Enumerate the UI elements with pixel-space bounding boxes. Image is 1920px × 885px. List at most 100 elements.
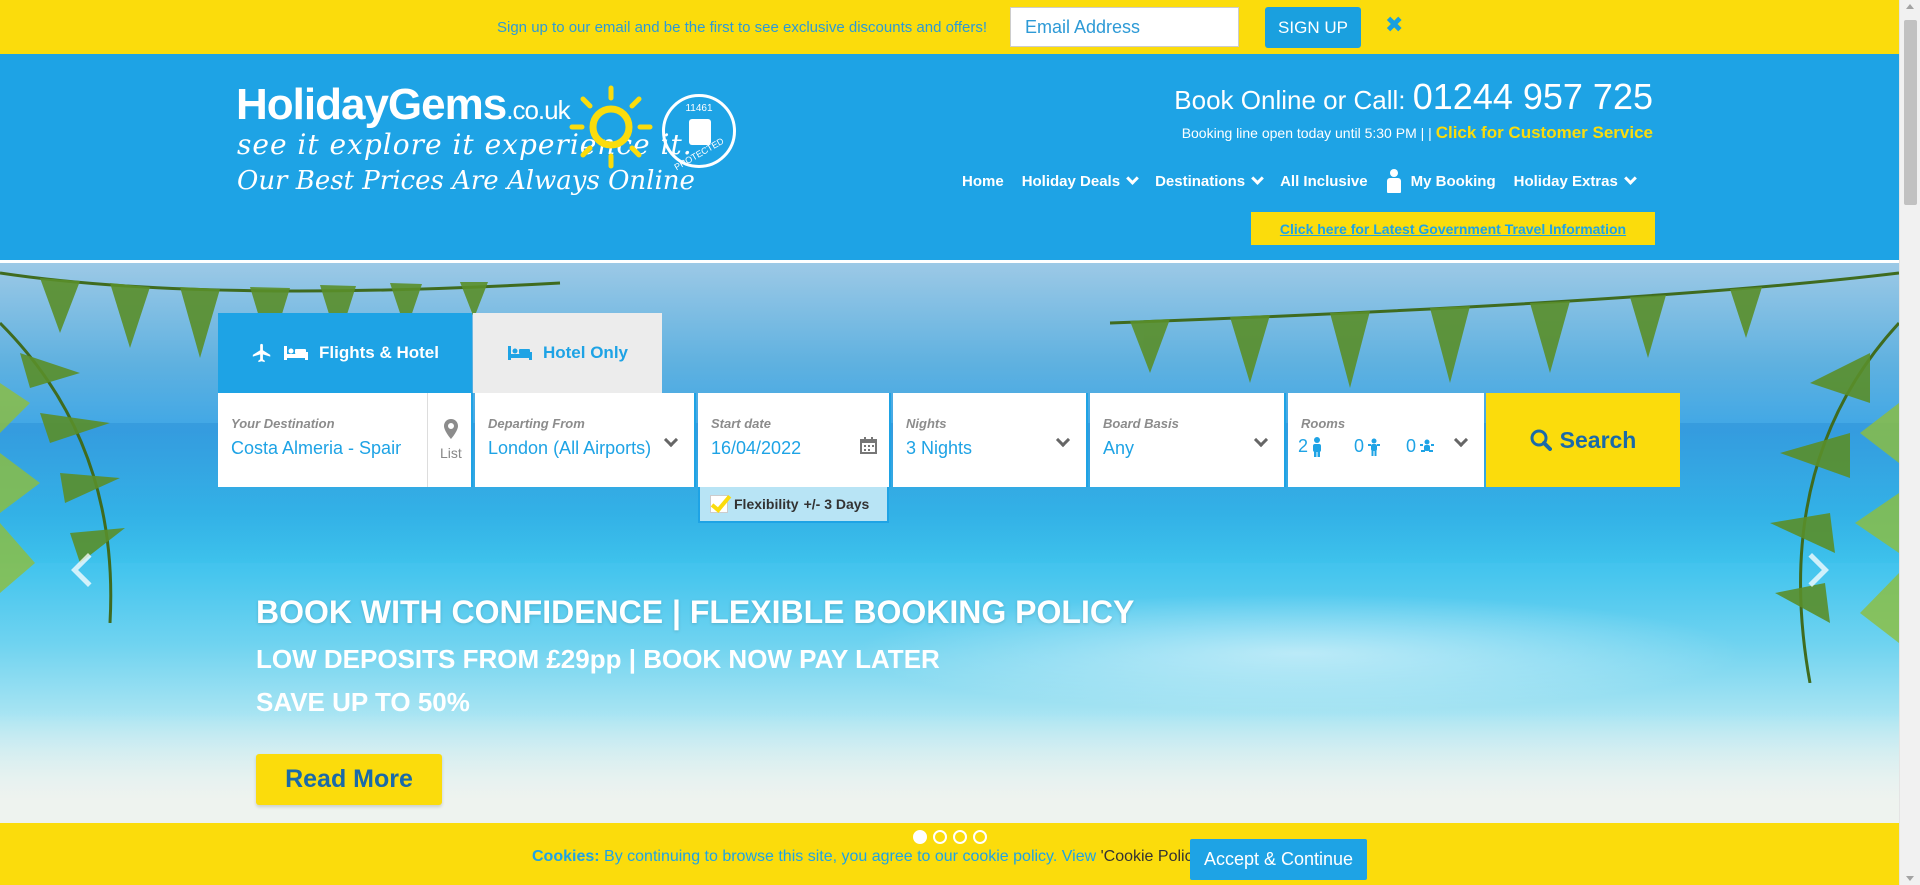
accept-continue-button[interactable]: Accept & Continue — [1190, 839, 1367, 880]
book-online-call: Book Online or Call: 01244 957 725 — [1174, 76, 1653, 118]
board-basis-value: Any — [1103, 438, 1135, 458]
sun-icon — [569, 85, 653, 169]
chevron-down-icon — [663, 432, 679, 448]
phone-number[interactable]: 01244 957 725 — [1413, 76, 1653, 117]
chevron-down-icon — [1453, 432, 1469, 448]
search-icon — [1530, 429, 1552, 451]
nav-holiday-deals[interactable]: Holiday Deals — [1021, 172, 1139, 190]
search-button-label: Search — [1559, 426, 1637, 453]
nav-my-booking-label: My Booking — [1410, 172, 1496, 190]
nav-destinations[interactable]: Destinations — [1155, 172, 1264, 190]
adult-icon — [1313, 436, 1322, 457]
nav-holiday-extras[interactable]: Holiday Extras — [1514, 172, 1637, 190]
customer-service-link[interactable]: Click for Customer Service — [1436, 123, 1653, 142]
best-prices-slogan: Our Best Prices Are Always Online — [237, 166, 695, 196]
flexibility-label: Flexibility — [734, 496, 799, 512]
rooms-label: Rooms — [1301, 416, 1346, 431]
rooms-guests: 2 0 0 — [1298, 436, 1452, 457]
signup-text: Sign up to our email and be the first to… — [497, 19, 988, 36]
site-logo[interactable]: HolidayGems.co.uk — [236, 80, 571, 130]
close-icon[interactable]: ✖ — [1385, 12, 1403, 38]
departing-value: London (All Airports) — [488, 438, 652, 458]
email-signup-bar: Sign up to our email and be the first to… — [0, 0, 1899, 54]
tab-flights-hotel[interactable]: Flights & Hotel — [218, 313, 472, 393]
nights-select[interactable]: Nights 3 Nights — [893, 393, 1088, 487]
nav-home-label: Home — [962, 172, 1004, 190]
nav-destinations-label: Destinations — [1155, 172, 1246, 190]
cookie-text: Cookies: By continuing to browse this si… — [532, 848, 1208, 866]
read-more-button[interactable]: Read More — [256, 754, 442, 805]
government-travel-info-link[interactable]: Click here for Latest Government Travel … — [1251, 212, 1655, 245]
chevron-down-icon — [1251, 172, 1264, 185]
checkmark-icon — [710, 495, 728, 513]
chevron-down-icon — [1623, 172, 1637, 185]
departing-from-select[interactable]: Departing From London (All Airports) — [475, 393, 696, 487]
scroll-down-icon[interactable] — [1906, 876, 1914, 881]
bed-icon — [507, 346, 532, 360]
cookie-policy-link[interactable]: 'Cookie Policy' — [1101, 848, 1204, 865]
booking-line-hours: Booking line open today until 5:30 PM | … — [1182, 123, 1653, 143]
nav-my-booking[interactable]: My Booking — [1386, 169, 1496, 193]
atol-emblem — [689, 119, 711, 145]
nights-value: 3 Nights — [906, 438, 973, 458]
destination-list-button[interactable]: List — [440, 445, 462, 461]
carousel-dot[interactable] — [913, 830, 927, 844]
carousel-dot[interactable] — [933, 830, 947, 844]
bed-icon — [284, 346, 309, 360]
cookie-label: Cookies: — [532, 848, 600, 865]
nav-all-inclusive[interactable]: All Inclusive — [1280, 173, 1368, 190]
destination-field[interactable]: Your Destination Costa Almeria - Spain L… — [218, 393, 473, 487]
tab-hotel-only-label: Hotel Only — [542, 343, 628, 362]
nav-all-inclusive-label: All Inclusive — [1280, 172, 1368, 190]
infants-count: 0 — [1406, 436, 1435, 457]
adults-value: 2 — [1298, 436, 1309, 456]
site-header: HolidayGems.co.uk see it explore it expe… — [0, 54, 1899, 260]
start-date-label: Start date — [711, 416, 771, 431]
plane-icon — [252, 343, 271, 363]
rooms-select[interactable]: Rooms 2 0 0 — [1288, 393, 1484, 487]
scrollbar[interactable] — [1899, 0, 1920, 885]
tab-hotel-only[interactable]: Hotel Only — [473, 313, 662, 393]
departing-label: Departing From — [488, 416, 585, 431]
carousel-dot[interactable] — [973, 830, 987, 844]
flexibility-range: +/- 3 Days — [803, 496, 870, 512]
sign-up-button[interactable]: SIGN UP — [1265, 7, 1361, 48]
infant-icon — [1420, 439, 1435, 452]
calendar-icon — [860, 437, 877, 454]
scroll-up-icon[interactable] — [1906, 4, 1914, 9]
nights-label: Nights — [906, 416, 947, 431]
chevron-down-icon — [1253, 432, 1269, 448]
book-online-label: Book Online or Call: — [1174, 85, 1413, 115]
flexibility-checkbox[interactable]: Flexibility +/- 3 Days — [698, 487, 889, 523]
nav-home[interactable]: Home — [962, 173, 1004, 190]
carousel-dots — [913, 830, 993, 844]
cookie-message: By continuing to browse this site, you a… — [599, 848, 1101, 865]
booking-line-text: Booking line open today until 5:30 PM | … — [1181, 125, 1436, 141]
board-basis-select[interactable]: Board Basis Any — [1090, 393, 1286, 487]
adults-count: 2 — [1298, 436, 1322, 457]
logo-suffix: .co.uk — [506, 95, 570, 125]
page: Sign up to our email and be the first to… — [0, 0, 1920, 885]
hero-headline: BOOK WITH CONFIDENCE | FLEXIBLE BOOKING … — [256, 594, 1135, 630]
board-basis-label: Board Basis — [1103, 416, 1179, 431]
children-value: 0 — [1354, 436, 1365, 456]
hero-subheadline: LOW DEPOSITS FROM £29pp | BOOK NOW PAY L… — [256, 644, 940, 674]
logo-text: HolidayGems — [236, 80, 507, 129]
destination-label: Your Destination — [231, 416, 335, 431]
carousel-dot[interactable] — [953, 830, 967, 844]
destination-divider — [427, 393, 428, 487]
search-button[interactable]: Search — [1486, 393, 1680, 487]
atol-badge: 11461 PROTECTED — [662, 94, 736, 172]
start-date-value: 16/04/2022 — [711, 438, 802, 458]
start-date-field[interactable]: Start date 16/04/2022 — [698, 393, 891, 487]
main-nav: Home Holiday Deals Destinations All Incl… — [962, 166, 1653, 196]
email-field[interactable] — [1010, 7, 1239, 47]
scrollbar-thumb[interactable] — [1904, 20, 1917, 205]
person-icon — [1386, 169, 1402, 193]
nav-holiday-deals-label: Holiday Deals — [1021, 172, 1121, 190]
map-pin-icon[interactable] — [444, 419, 458, 439]
destination-value: Costa Almeria - Spain — [231, 438, 401, 458]
chevron-down-icon — [1126, 172, 1139, 185]
children-count: 0 — [1354, 436, 1381, 457]
atol-number: 11461 — [685, 103, 713, 114]
